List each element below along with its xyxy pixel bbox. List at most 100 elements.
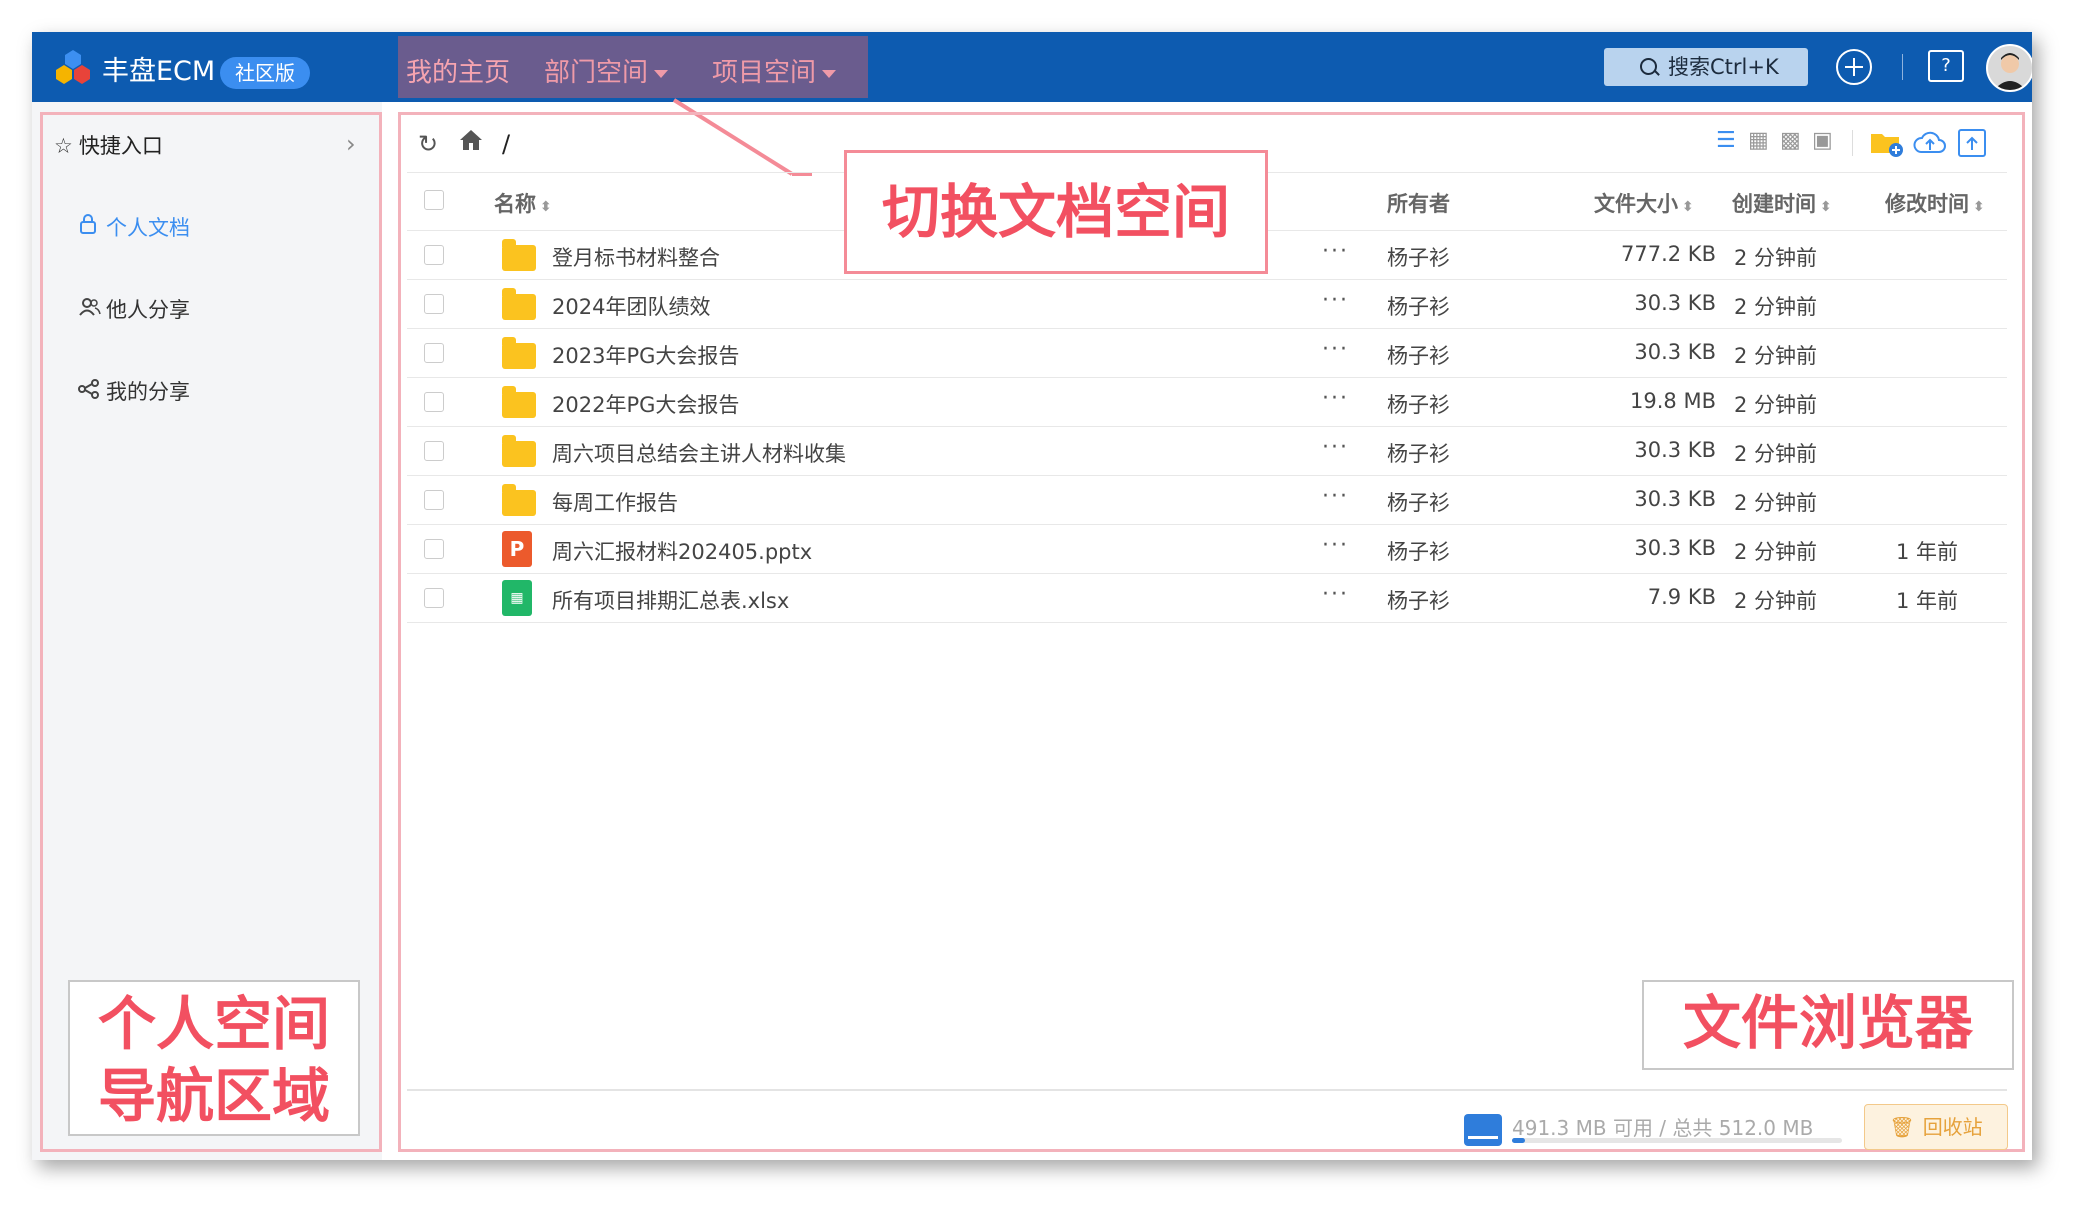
annotation-switch-space: 切换文档空间	[844, 150, 1268, 274]
more-actions-icon[interactable]: ···	[1322, 337, 1349, 362]
quick-access[interactable]: ☆ 快捷入口	[54, 130, 163, 160]
divider	[407, 377, 2007, 378]
more-actions-icon[interactable]: ···	[1322, 288, 1349, 313]
recycle-bin-button[interactable]: 🗑 回收站	[1864, 1104, 2008, 1150]
column-header-owner: 所有者	[1387, 192, 1450, 216]
file-created: 2 分钟前	[1734, 441, 1818, 466]
file-name[interactable]: 每周工作报告	[552, 487, 678, 517]
divider	[407, 279, 2007, 280]
file-size: 30.3 KB	[1634, 339, 1716, 364]
storage-progress	[1512, 1138, 1842, 1143]
file-created: 2 分钟前	[1734, 490, 1818, 515]
tab-my-home[interactable]: 我的主页	[406, 52, 510, 89]
breadcrumb[interactable]: /	[502, 130, 510, 158]
annotation-personal-nav: 个人空间 导航区域	[68, 980, 360, 1136]
more-actions-icon[interactable]: ···	[1322, 386, 1349, 411]
refresh-icon[interactable]: ↻	[418, 130, 438, 158]
row-checkbox[interactable]	[424, 244, 444, 265]
sidebar-item-personal-docs[interactable]: 个人文档	[78, 212, 190, 242]
column-header-created[interactable]: 创建时间 ⬍	[1732, 188, 1832, 218]
file-owner: 杨子衫	[1387, 588, 1450, 613]
storage-quota: 491.3 MB 可用 / 总共 512.0 MB	[1512, 1116, 1814, 1140]
row-checkbox[interactable]	[424, 587, 444, 608]
divider	[407, 426, 2007, 427]
sort-icon: ⬍	[540, 199, 552, 215]
column-header-size[interactable]: 文件大小 ⬍	[1594, 188, 1694, 218]
divider	[407, 622, 2007, 623]
divider	[407, 475, 2007, 476]
home-icon[interactable]	[458, 128, 484, 158]
add-icon[interactable]	[1836, 49, 1872, 85]
edition-badge: 社区版	[220, 57, 310, 89]
divider	[407, 328, 2007, 329]
small-grid-icon[interactable]: ▦	[1748, 128, 1769, 153]
row-checkbox[interactable]	[424, 342, 444, 363]
new-folder-icon[interactable]	[1870, 128, 1904, 162]
divider	[407, 1089, 2007, 1091]
more-actions-icon[interactable]: ···	[1322, 239, 1349, 264]
storage-icon	[1464, 1114, 1502, 1146]
row-checkbox[interactable]	[424, 440, 444, 461]
avatar[interactable]	[1986, 44, 2032, 92]
row-checkbox[interactable]	[424, 489, 444, 510]
search-label: 搜索Ctrl+K	[1668, 55, 1779, 79]
folder-icon	[502, 238, 536, 271]
file-size: 30.3 KB	[1634, 486, 1716, 511]
upload-file-icon[interactable]	[1956, 128, 1988, 162]
search-button[interactable]: 搜索Ctrl+K	[1604, 48, 1808, 86]
file-owner: 杨子衫	[1387, 245, 1450, 270]
file-size: 19.8 MB	[1630, 388, 1716, 413]
search-icon	[1640, 58, 1657, 75]
tab-project-space[interactable]: 项目空间	[712, 52, 837, 89]
file-name[interactable]: 周六汇报材料202405.pptx	[552, 536, 812, 566]
file-name[interactable]: 登月标书材料整合	[552, 242, 720, 272]
row-checkbox[interactable]	[424, 391, 444, 412]
file-owner: 杨子衫	[1387, 343, 1450, 368]
sidebar-item-my-shares[interactable]: 我的分享	[78, 376, 190, 406]
divider	[407, 524, 2007, 525]
divider	[1902, 54, 1903, 80]
file-owner: 杨子衫	[1387, 392, 1450, 417]
divider	[1852, 130, 1853, 156]
column-header-name[interactable]: 名称 ⬍	[494, 188, 552, 218]
share-icon	[78, 379, 106, 404]
more-actions-icon[interactable]: ···	[1322, 582, 1349, 607]
file-size: 30.3 KB	[1634, 290, 1716, 315]
sort-icon: ⬍	[1820, 199, 1832, 215]
folder-icon	[502, 287, 536, 320]
logo-icon	[56, 50, 90, 84]
powerpoint-icon: P	[502, 530, 532, 567]
file-created: 2 分钟前	[1734, 539, 1818, 564]
more-actions-icon[interactable]: ···	[1322, 484, 1349, 509]
file-created: 2 分钟前	[1734, 245, 1818, 270]
spreadsheet-icon: ▦	[502, 579, 532, 616]
sidebar-item-shared-with-me[interactable]: 他人分享	[78, 294, 190, 324]
row-checkbox[interactable]	[424, 538, 444, 559]
large-grid-icon[interactable]: ▩	[1780, 128, 1801, 153]
more-actions-icon[interactable]: ···	[1322, 533, 1349, 558]
file-name[interactable]: 周六项目总结会主讲人材料收集	[552, 438, 846, 468]
chevron-down-icon	[654, 69, 669, 78]
file-name[interactable]: 2023年PG大会报告	[552, 340, 739, 370]
image-view-icon[interactable]: ▣	[1812, 128, 1833, 153]
file-modified: 1 年前	[1896, 539, 1959, 564]
help-icon[interactable]: ?	[1928, 50, 1964, 82]
list-view-icon[interactable]: ☰	[1716, 128, 1736, 153]
file-name[interactable]: 所有项目排期汇总表.xlsx	[552, 585, 789, 615]
chevron-right-icon[interactable]: ›	[346, 130, 356, 158]
upload-cloud-icon[interactable]	[1912, 128, 1948, 162]
more-actions-icon[interactable]: ···	[1322, 435, 1349, 460]
annotation-file-browser: 文件浏览器	[1642, 980, 2014, 1070]
file-created: 2 分钟前	[1734, 588, 1818, 613]
file-size: 777.2 KB	[1621, 241, 1716, 266]
file-name[interactable]: 2022年PG大会报告	[552, 389, 739, 419]
row-checkbox[interactable]	[424, 293, 444, 314]
file-name[interactable]: 2024年团队绩效	[552, 291, 710, 321]
folder-icon	[502, 434, 536, 467]
column-header-modified[interactable]: 修改时间 ⬍	[1885, 188, 1985, 218]
select-all-checkbox[interactable]	[424, 190, 444, 210]
file-created: 2 分钟前	[1734, 392, 1818, 417]
trash-icon: 🗑	[1889, 1115, 1915, 1139]
tab-department-space[interactable]: 部门空间	[544, 52, 669, 89]
sort-icon: ⬍	[1682, 199, 1694, 215]
